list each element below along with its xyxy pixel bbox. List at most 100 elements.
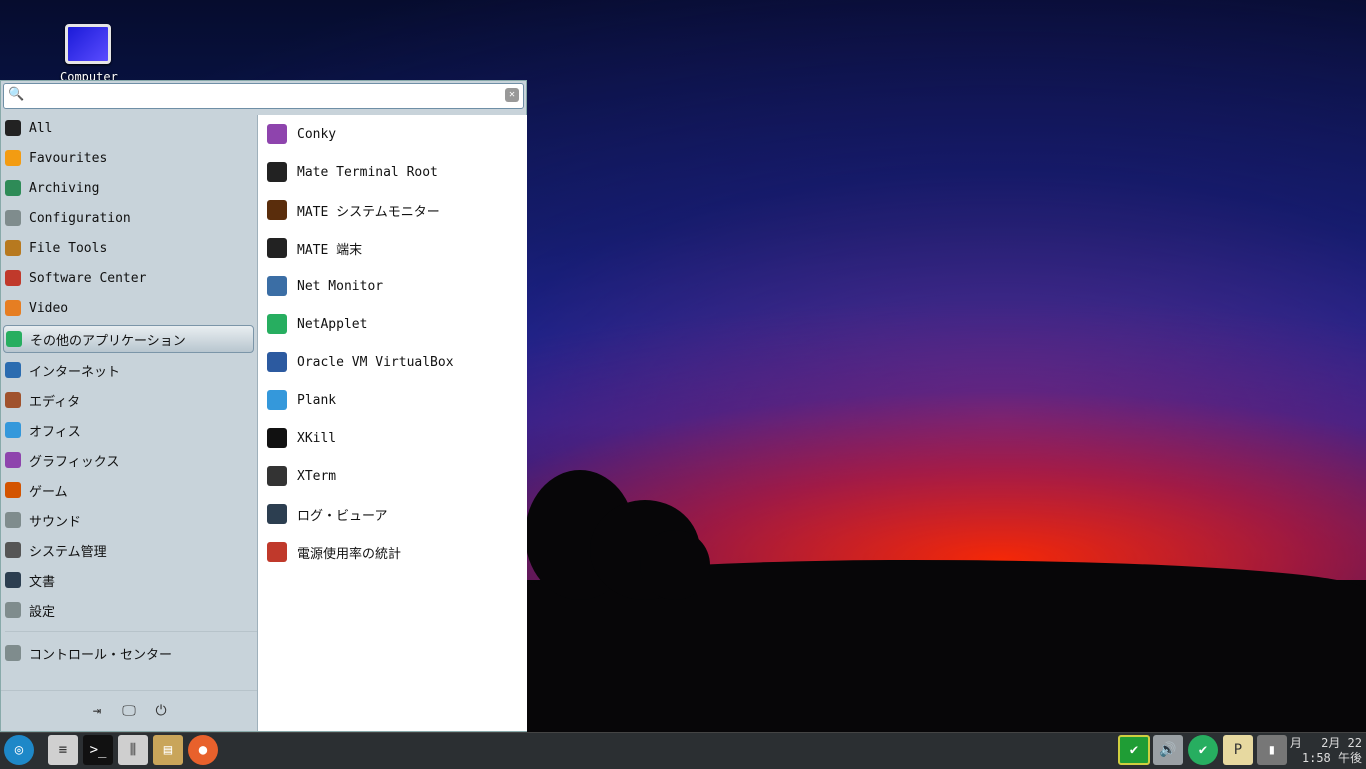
category-item[interactable]: 設定 <box>1 595 257 625</box>
app-label: XTerm <box>297 468 337 484</box>
system-monitor-icon <box>267 200 287 220</box>
system-admin-icon <box>5 542 21 558</box>
control-center-icon <box>5 645 21 661</box>
package-launcher[interactable]: ▤ <box>153 735 183 765</box>
star-icon <box>5 120 21 136</box>
game-icon <box>5 482 21 498</box>
app-item[interactable]: 電源使用率の統計 <box>258 533 527 571</box>
terminal-icon <box>267 238 287 258</box>
app-label: Net Monitor <box>297 278 384 294</box>
category-label: サウンド <box>29 514 82 530</box>
app-item[interactable]: ログ・ビューア <box>258 495 527 533</box>
search-box: 🔍 ✕ <box>3 83 524 109</box>
terminal-icon: >_ <box>89 742 107 758</box>
application-menu: 🔍 ✕ All Favourites Archiving Configuration F… <box>0 80 527 732</box>
app-label: 電源使用率の統計 <box>297 546 402 562</box>
category-item[interactable]: その他のアプリケーション <box>3 325 254 353</box>
category-item[interactable]: Video <box>1 293 257 323</box>
app-item[interactable]: Conky <box>258 115 527 153</box>
lock-screen-icon[interactable]: 🖵 <box>121 703 137 719</box>
mixer-launcher[interactable]: ⫼ <box>118 735 148 765</box>
category-item-control-center[interactable]: コントロール・センター <box>1 638 257 668</box>
app-label: Oracle VM VirtualBox <box>297 354 454 370</box>
app-label: ログ・ビューア <box>297 508 388 524</box>
category-item[interactable]: Favourites <box>1 143 257 173</box>
volume-tray[interactable]: 🔊 <box>1153 735 1183 765</box>
package-icon: ▤ <box>163 742 173 758</box>
menu-footer: ⇥ 🖵 ⏻ <box>1 690 257 731</box>
category-item[interactable]: エディタ <box>1 385 257 415</box>
app-item[interactable]: Net Monitor <box>258 267 527 305</box>
app-item[interactable]: Plank <box>258 381 527 419</box>
category-item[interactable]: Software Center <box>1 263 257 293</box>
category-list: All Favourites Archiving Configuration File … <box>1 113 257 668</box>
category-label: インターネット <box>29 364 121 380</box>
internet-icon <box>5 362 21 378</box>
category-item[interactable]: グラフィックス <box>1 445 257 475</box>
category-item[interactable]: 文書 <box>1 565 257 595</box>
file-manager-launcher[interactable]: ≡ <box>48 735 78 765</box>
category-label: Video <box>29 300 69 316</box>
log-viewer-icon <box>267 504 287 524</box>
conky-icon <box>267 124 287 144</box>
virtualbox-icon <box>267 352 287 372</box>
settings-icon <box>5 602 21 618</box>
video-icon <box>5 300 21 316</box>
check-icon: ✔ <box>1129 742 1139 758</box>
app-label: MATE 端末 <box>297 242 363 258</box>
power-stats-icon <box>267 542 287 562</box>
xterm-icon <box>267 466 287 486</box>
mixer-icon: ⫼ <box>129 742 137 758</box>
power-tray[interactable]: ▮ <box>1257 735 1287 765</box>
plank-tray[interactable]: P <box>1223 735 1253 765</box>
menu-button[interactable]: ◎ <box>4 735 34 765</box>
clear-search-icon[interactable]: ✕ <box>505 88 519 102</box>
search-input[interactable] <box>28 86 502 106</box>
office-icon <box>5 422 21 438</box>
category-item[interactable]: オフィス <box>1 415 257 445</box>
power-icon[interactable]: ⏻ <box>153 703 169 719</box>
app-item[interactable]: XTerm <box>258 457 527 495</box>
category-item[interactable]: Archiving <box>1 173 257 203</box>
app-list: Conky Mate Terminal Root MATE システムモニター MATE… <box>257 115 527 731</box>
network-tray[interactable]: ✔ <box>1188 735 1218 765</box>
category-label: File Tools <box>29 240 108 256</box>
net-monitor-icon <box>267 276 287 296</box>
logout-icon[interactable]: ⇥ <box>89 703 105 719</box>
category-item[interactable]: サウンド <box>1 505 257 535</box>
category-label: システム管理 <box>29 544 107 560</box>
computer-icon <box>65 24 111 64</box>
category-label: All <box>29 120 53 136</box>
category-item[interactable]: システム管理 <box>1 535 257 565</box>
update-tray[interactable]: ✔ <box>1118 735 1150 765</box>
category-item[interactable]: Configuration <box>1 203 257 233</box>
category-label: Configuration <box>29 210 131 226</box>
sound-icon <box>5 512 21 528</box>
app-item[interactable]: XKill <box>258 419 527 457</box>
app-item[interactable]: Oracle VM VirtualBox <box>258 343 527 381</box>
category-item[interactable]: ゲーム <box>1 475 257 505</box>
file-manager-icon: ≡ <box>58 742 68 758</box>
category-item[interactable]: インターネット <box>1 355 257 385</box>
file-tools-icon <box>5 240 21 256</box>
category-item[interactable]: File Tools <box>1 233 257 263</box>
firefox-launcher[interactable]: ● <box>188 735 218 765</box>
other-apps-icon <box>6 331 22 347</box>
app-item[interactable]: MATE 端末 <box>258 229 527 267</box>
netapplet-icon <box>267 314 287 334</box>
clock[interactable]: 月 2月 22 1:58 午後 <box>1290 736 1362 766</box>
category-separator <box>5 631 257 632</box>
clock-date: 月 2月 22 <box>1289 736 1362 750</box>
terminal-launcher[interactable]: >_ <box>83 735 113 765</box>
app-item[interactable]: Mate Terminal Root <box>258 153 527 191</box>
app-label: Plank <box>297 392 337 408</box>
app-item[interactable]: MATE システムモニター <box>258 191 527 229</box>
desktop-computer-icon[interactable]: Computer <box>60 24 118 84</box>
category-label: 文書 <box>29 574 56 590</box>
category-label: オフィス <box>29 424 81 440</box>
app-label: Mate Terminal Root <box>297 164 438 180</box>
app-item[interactable]: NetApplet <box>258 305 527 343</box>
category-item[interactable]: All <box>1 113 257 143</box>
wallpaper-ground <box>520 580 1366 732</box>
software-center-icon <box>5 270 21 286</box>
